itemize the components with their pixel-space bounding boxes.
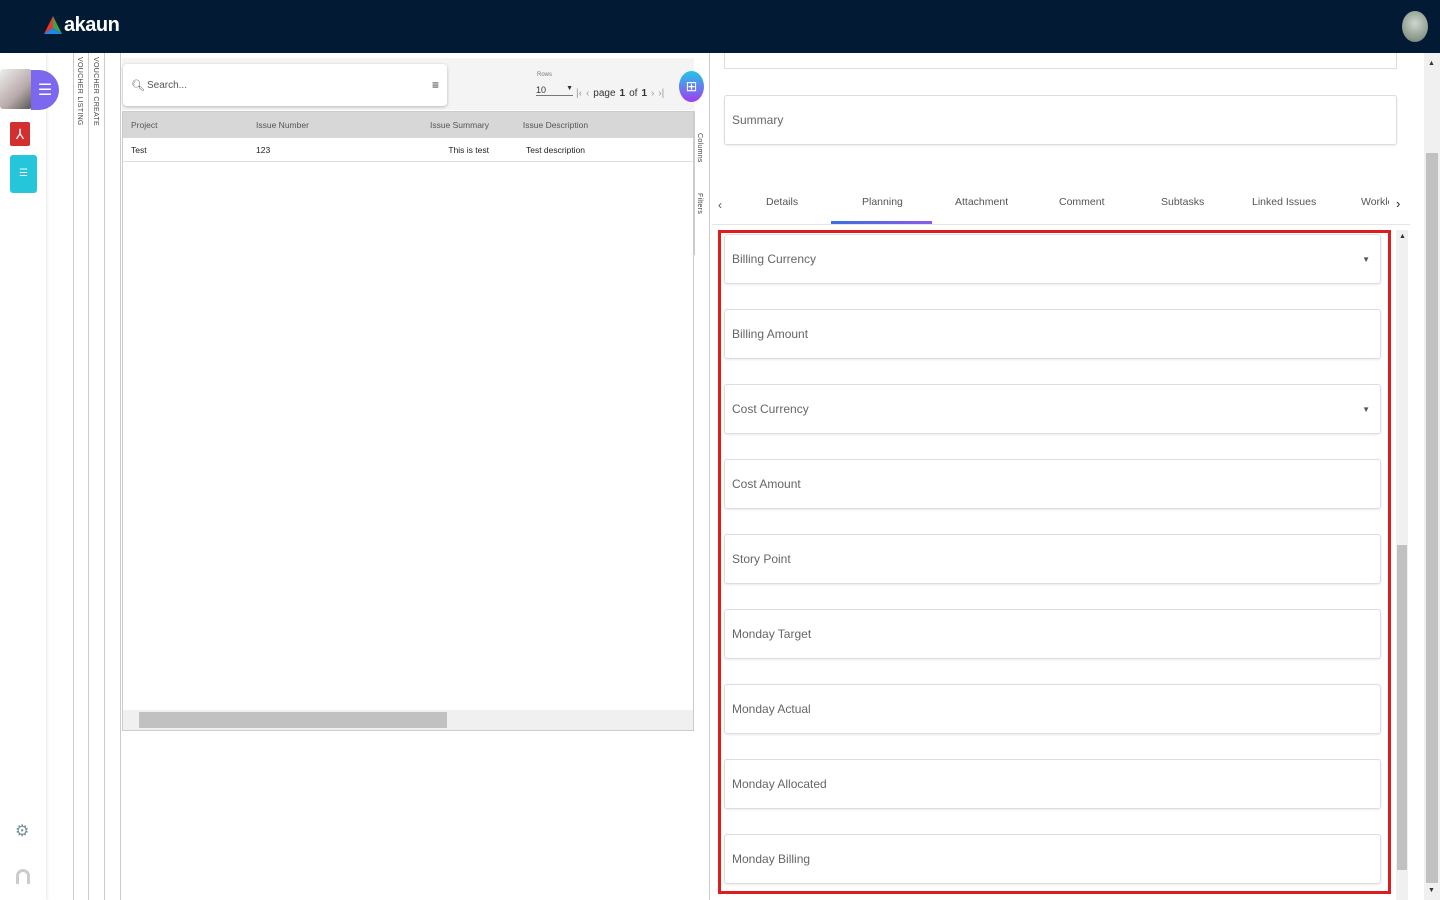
settings-gear-icon[interactable]: ⚙ [15,821,29,841]
cell-issue-summary: This is test [448,144,489,155]
tab-details[interactable]: Details [766,196,798,208]
scroll-up-icon[interactable]: ▲ [1399,233,1406,240]
previous-field[interactable] [724,53,1397,69]
current-page: 1 [619,88,626,99]
tab-scroll-left-icon[interactable]: ‹ [718,198,722,212]
issue-table: Project Issue Number Issue Summary Issue… [122,111,694,731]
side-tab-divider [104,53,105,900]
tab-planning[interactable]: Planning [862,196,903,208]
summary-field[interactable]: Summary [724,95,1397,145]
list-app-icon[interactable]: ☰ [10,155,37,193]
summary-label: Summary [732,113,784,127]
rows-label: Rows [537,72,553,78]
tab-subtasks[interactable]: Subtasks [1161,196,1204,208]
app-sidebar: ☰ ⅄ ☰ ⚙ [0,53,59,900]
table-header: Project Issue Number Issue Summary Issue… [123,112,693,138]
total-pages: 1 [641,88,647,99]
last-page-icon[interactable]: ›| [658,88,664,99]
filter-icon[interactable]: ≡ [432,78,439,92]
tab-attachment[interactable]: Attachment [955,196,1008,208]
grid-view-icon[interactable]: ⊞ [679,71,704,102]
tab-voucher-listing[interactable]: VOUCHER LISTING [76,57,83,126]
first-page-icon[interactable]: |‹ [576,88,582,99]
scroll-down-icon[interactable]: ▼ [1428,887,1435,894]
akaun-logo-icon [44,15,62,34]
column-header-issue-summary[interactable]: Issue Summary [373,120,493,130]
tab-comment[interactable]: Comment [1059,196,1105,208]
next-page-icon[interactable]: › [651,88,654,99]
highlight-box [718,230,1391,894]
pagination: |‹ ‹ page 1 of 1 › ›| [576,88,664,99]
tab-worklog[interactable]: Worklo [1361,196,1389,208]
rows-value: 10 [536,85,547,95]
cell-issue-description: Test description [525,144,586,155]
columns-button[interactable]: Columns [696,133,703,163]
brand-name: akaun [64,14,120,36]
search-input[interactable]: 🔍︎ Search... ≡ [123,64,447,106]
side-tab-divider [88,53,89,900]
cell-issue-number: 123 [256,144,271,155]
of-word: of [629,88,638,99]
page-scrollbar[interactable]: ▲ ▼ [1424,53,1440,900]
scroll-up-icon[interactable]: ▲ [1428,60,1435,67]
filters-button[interactable]: Filters [696,193,703,214]
horizontal-scrollbar[interactable] [123,710,693,730]
table-row[interactable]: Test 123 This is test Test description [123,138,693,162]
scrollbar-thumb[interactable] [1397,545,1407,870]
menu-toggle-icon[interactable]: ☰ [31,70,59,110]
column-header-project[interactable]: Project [123,120,248,130]
user-avatar[interactable] [1402,11,1428,42]
pdf-app-icon[interactable]: ⅄ [10,122,30,146]
tab-voucher-create[interactable]: VOUCHER CREATE [92,57,99,126]
scrollbar-thumb[interactable] [1426,153,1438,883]
page-word: page [593,88,616,99]
table-side-buttons: Columns Filters [694,111,708,255]
prev-page-icon[interactable]: ‹ [586,88,589,99]
column-header-issue-number[interactable]: Issue Number [248,120,373,130]
search-icon: 🔍︎ [131,79,145,92]
tab-linked-issues[interactable]: Linked Issues [1252,196,1316,208]
chevron-down-icon: ▼ [566,85,573,92]
tabs-divider [712,224,1410,225]
support-headset-icon[interactable] [16,869,30,884]
form-scrollbar[interactable]: ▲ [1396,230,1408,900]
rows-per-page-select[interactable]: 10 ▼ [536,85,573,96]
search-placeholder: Search... [146,79,187,91]
logo[interactable]: akaun [44,14,120,37]
top-bar [0,0,1440,53]
app-thumbnail-icon[interactable] [0,69,32,109]
side-tab-divider [73,53,74,900]
cell-project: Test [131,144,147,155]
scrollbar-thumb[interactable] [139,712,447,728]
column-header-issue-description[interactable]: Issue Description [493,120,618,130]
tab-scroll-right-icon[interactable]: › [1396,196,1400,211]
